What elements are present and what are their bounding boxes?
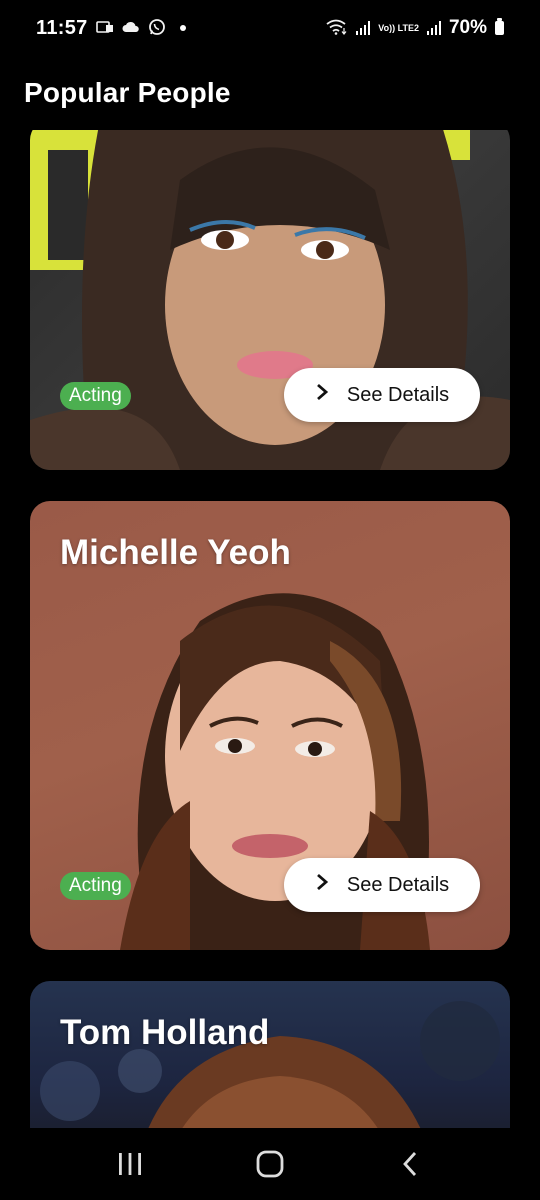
lte-label: Vo)) LTE2 — [378, 22, 419, 33]
home-button[interactable] — [240, 1139, 300, 1189]
signal-2-icon — [426, 21, 441, 35]
chevron-right-icon — [315, 872, 329, 896]
see-details-button[interactable]: See Details — [284, 858, 480, 912]
status-left: 11:57 — [36, 17, 186, 40]
department-badge: Acting — [60, 872, 131, 900]
people-list[interactable]: Acting See Details Michelle Yeoh Acting … — [0, 130, 540, 1128]
recent-apps-button[interactable] — [100, 1139, 160, 1189]
status-time: 11:57 — [36, 16, 88, 39]
see-details-label: See Details — [346, 873, 450, 896]
status-right: Vo)) LTE2 70% — [326, 17, 504, 39]
person-photo — [40, 1001, 500, 1128]
person-name: Tom Holland — [60, 1013, 270, 1052]
chevron-right-icon — [315, 382, 329, 406]
department-badge: Acting — [60, 382, 131, 410]
notification-icon — [95, 20, 114, 37]
person-name: Michelle Yeoh — [60, 533, 291, 572]
signal-1-icon — [356, 21, 371, 35]
back-button[interactable] — [380, 1139, 440, 1189]
whatsapp-icon — [148, 18, 166, 39]
app-header: Popular People — [0, 56, 540, 130]
person-card[interactable]: Tom Holland — [30, 981, 510, 1128]
battery-percent: 70% — [448, 17, 487, 38]
status-bar: 11:57 Vo)) LTE2 70% — [0, 0, 540, 56]
home-icon — [256, 1150, 284, 1178]
wifi-icon — [326, 19, 348, 38]
see-details-button[interactable]: See Details — [284, 368, 480, 422]
system-nav-bar — [0, 1128, 540, 1200]
more-notifications-dot-icon — [179, 25, 186, 31]
cloud-icon — [122, 20, 140, 36]
person-card[interactable]: Acting See Details — [30, 130, 510, 470]
battery-icon — [495, 18, 504, 35]
screen: 11:57 Vo)) LTE2 70% Popular People Actin… — [0, 0, 540, 1200]
page-title: Popular People — [24, 77, 231, 108]
see-details-label: See Details — [346, 383, 450, 406]
back-icon — [403, 1152, 417, 1176]
recent-apps-icon — [119, 1153, 141, 1175]
person-card[interactable]: Michelle Yeoh Acting See Details — [30, 501, 510, 950]
